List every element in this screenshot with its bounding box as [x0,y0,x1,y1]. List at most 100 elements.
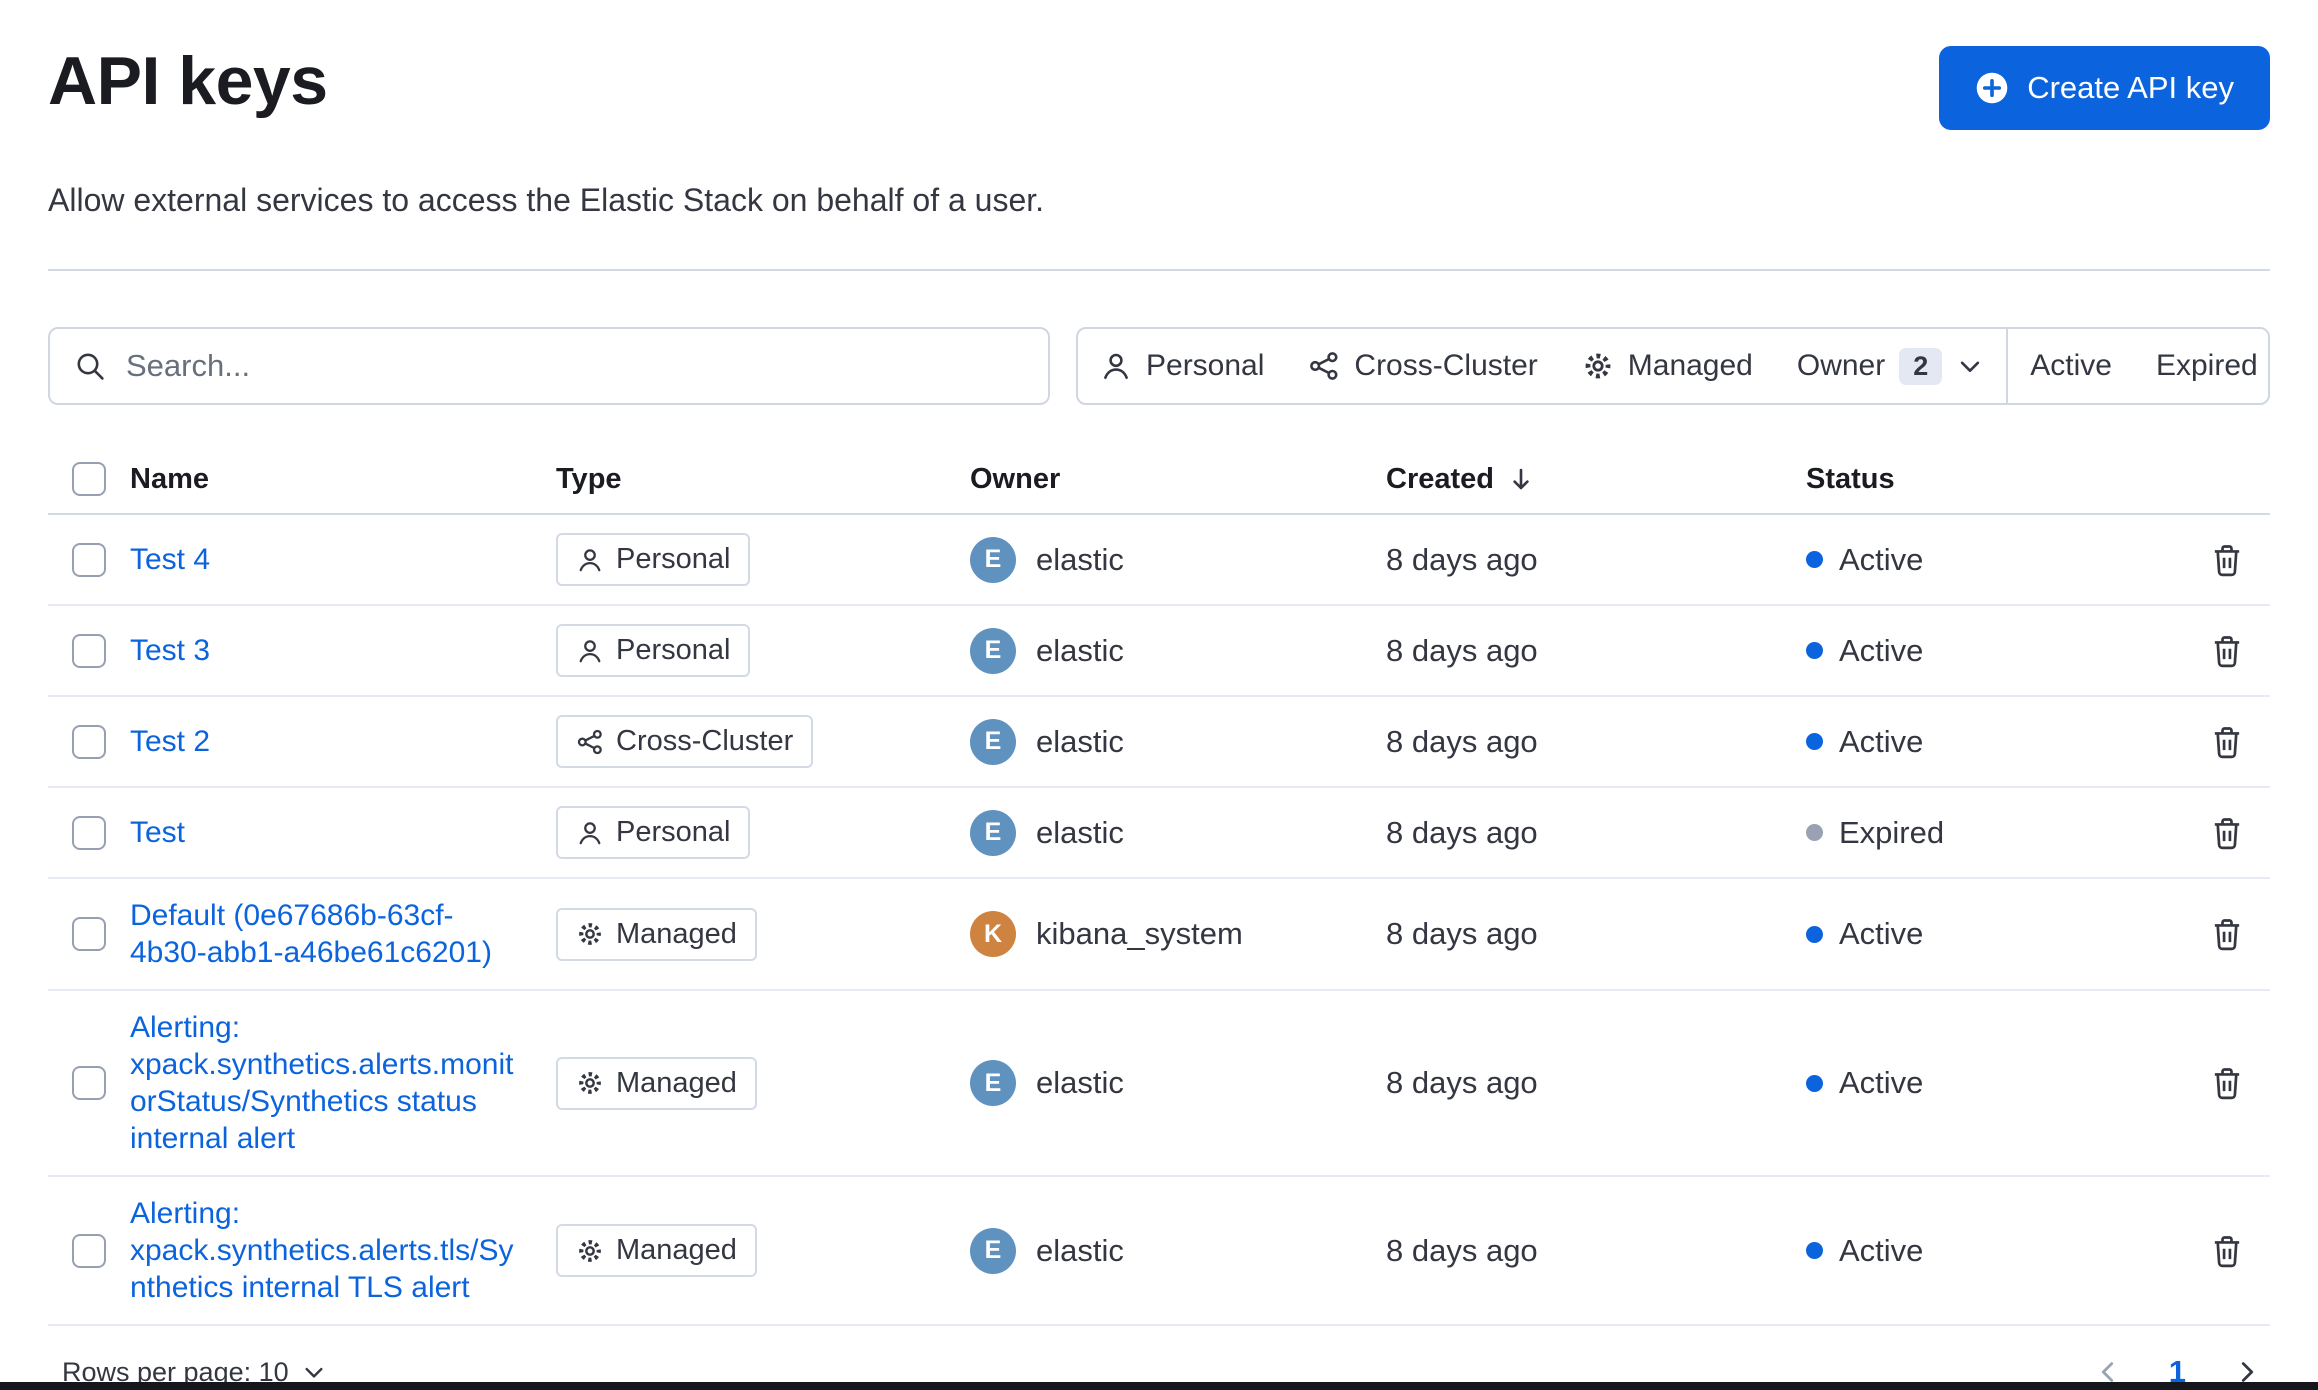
user-icon [576,546,604,574]
type-badge: Personal [556,624,751,677]
table-header-row: Name Type Owner Created Status [48,445,2270,515]
api-key-name-link[interactable]: Test [130,814,223,851]
delete-api-key-button[interactable] [2209,916,2245,952]
filter-managed-button[interactable]: Managed [1560,329,1775,403]
row-checkbox[interactable] [72,815,106,850]
delete-api-key-button[interactable] [2209,1065,2245,1101]
api-key-name-link[interactable]: Alerting: xpack.synthetics.alerts.tls/Sy… [130,1195,556,1306]
status-label: Active [1839,1065,1924,1100]
owner-avatar: E [970,809,1016,856]
type-badge: Cross-Cluster [556,715,814,768]
created-text: 8 days ago [1386,541,1538,577]
status-dot [1806,824,1823,841]
api-key-name-link[interactable]: Test 4 [130,541,248,578]
create-api-key-button[interactable]: Create API key [1939,46,2270,130]
owner-name: elastic [1036,632,1124,668]
created-text: 8 days ago [1386,723,1538,759]
table-footer: Rows per page: 10 1 [48,1326,2270,1390]
filter-expired-label: Expired [2155,349,2258,382]
owner-name: kibana_system [1036,916,1243,951]
status-cell: Active [1806,1065,2184,1101]
cluster-icon [576,728,604,756]
type-label: Managed [616,1234,737,1266]
chevron-down-icon [1956,352,1984,380]
search-input[interactable] [124,347,1024,385]
table-row: Test Personal E elastic 8 days ago Expir… [48,788,2270,879]
owner-name: elastic [1036,1232,1124,1268]
api-key-name-link[interactable]: Test 2 [130,723,248,760]
status-label: Active [1839,1232,1924,1268]
row-checkbox[interactable] [72,724,106,759]
gear-icon [576,1069,604,1097]
status-dot [1806,925,1823,943]
filter-personal-label: Personal [1146,349,1265,382]
api-key-name-link[interactable]: Alerting: xpack.synthetics.alerts.monito… [130,1009,556,1157]
owner-avatar: E [970,718,1016,765]
plus-in-circle-icon [1975,71,2009,105]
row-checkbox[interactable] [72,917,106,951]
created-text: 8 days ago [1386,916,1538,951]
api-key-name-link[interactable]: Default (0e67686b-63cf-4b30-abb1-a46be61… [130,897,556,971]
delete-api-key-button[interactable] [2209,542,2245,578]
delete-api-key-button[interactable] [2209,815,2245,851]
api-keys-page: API keys Create API key Allow external s… [0,0,2318,1390]
status-label: Active [1839,632,1924,668]
owner-avatar: E [970,627,1016,674]
filter-active-button[interactable]: Active [2008,329,2134,403]
status-cell: Expired [1806,815,2184,851]
create-api-key-label: Create API key [2027,70,2234,105]
table-row: Test 4 Personal E elastic 8 days ago Act… [48,515,2270,606]
row-checkbox[interactable] [72,1233,106,1268]
search-box [48,327,1050,405]
column-header-type: Type [556,462,622,495]
status-cell: Active [1806,542,2184,578]
status-label: Expired [1839,814,1945,850]
filter-expired-button[interactable]: Expired [2134,329,2268,403]
filter-group: Personal Cross-Cluster Managed Owner 2 A… [1076,327,2270,405]
filter-cross-cluster-label: Cross-Cluster [1354,349,1538,382]
owner-name: elastic [1036,723,1124,759]
filter-owner-label: Owner [1796,349,1886,382]
filter-owner-button[interactable]: Owner 2 [1775,329,2006,403]
cluster-icon [1308,350,1340,382]
status-cell: Active [1806,633,2184,669]
status-label: Active [1839,723,1924,759]
delete-api-key-button[interactable] [2209,633,2245,669]
gear-icon [576,920,604,948]
gear-icon [1582,350,1614,382]
created-text: 8 days ago [1386,814,1538,850]
toolbar: Personal Cross-Cluster Managed Owner 2 A… [48,327,2270,405]
select-all-checkbox[interactable] [72,462,106,496]
sort-descending-icon [1506,464,1536,494]
table-row: Alerting: xpack.synthetics.alerts.tls/Sy… [48,1177,2270,1326]
window-bottom-edge [0,1382,2318,1390]
column-header-owner: Owner [970,462,1061,495]
owner-avatar: E [970,1227,1016,1274]
column-header-status: Status [1806,462,1895,495]
type-badge: Personal [556,533,751,586]
api-keys-table: Name Type Owner Created Status Test 4 Pe… [48,445,2270,1326]
owner-name: elastic [1036,541,1124,577]
delete-api-key-button[interactable] [2209,724,2245,760]
type-badge: Managed [556,1056,757,1110]
page-subtitle: Allow external services to access the El… [48,182,1045,218]
user-icon [576,637,604,665]
row-checkbox[interactable] [72,633,106,668]
owner-avatar: E [970,1060,1016,1106]
filter-cross-cluster-button[interactable]: Cross-Cluster [1286,329,1559,403]
filter-personal-button[interactable]: Personal [1078,329,1286,403]
type-badge: Managed [556,907,757,961]
api-key-name-link[interactable]: Test 3 [130,632,248,669]
type-label: Managed [616,917,737,950]
row-checkbox[interactable] [72,542,106,577]
owner-name: elastic [1036,1065,1124,1100]
column-header-created[interactable]: Created [1386,463,1806,496]
page-title: API keys [48,43,328,119]
status-dot [1806,551,1823,568]
status-dot [1806,1242,1823,1259]
table-row: Test 3 Personal E elastic 8 days ago Act… [48,606,2270,697]
page-header: API keys Create API key [48,30,2270,130]
delete-api-key-button[interactable] [2209,1233,2245,1269]
column-header-name[interactable]: Name [130,463,556,496]
row-checkbox[interactable] [72,1066,106,1100]
